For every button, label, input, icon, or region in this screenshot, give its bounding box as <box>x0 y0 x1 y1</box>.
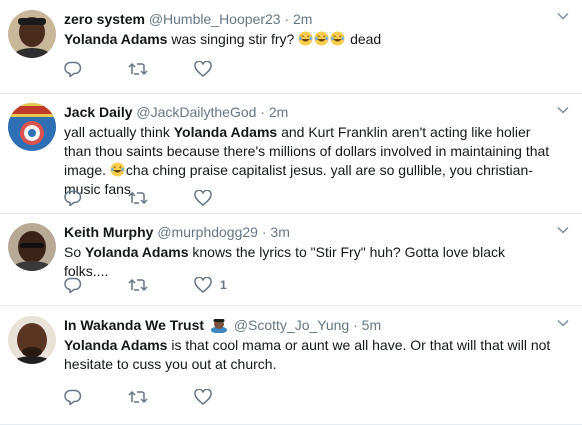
reply-button[interactable] <box>64 61 82 77</box>
tweet-text: yall actually think Yolanda Adams and Ku… <box>64 123 552 199</box>
timestamp[interactable]: 5m <box>362 317 381 333</box>
mention-highlight: Yolanda Adams <box>64 31 168 47</box>
user-handle[interactable]: @Scotty_Jo_Yung <box>234 317 349 333</box>
tweet-header: Keith Murphy @murphdogg29 · 3m <box>64 223 552 241</box>
timestamp[interactable]: 2m <box>293 11 312 27</box>
laughing-emoji-icon <box>298 31 313 46</box>
chevron-down-icon[interactable] <box>556 223 570 237</box>
retweet-icon <box>128 390 148 404</box>
avatar[interactable] <box>8 223 56 271</box>
tweet-actions <box>64 389 258 405</box>
reply-icon <box>64 277 82 293</box>
reply-button[interactable] <box>64 389 82 405</box>
tweet-header: zero system @Humble_Hooper23 · 2m <box>64 10 552 28</box>
avatar[interactable] <box>8 103 56 151</box>
tweet-header: Jack Daily @JackDailytheGod · 2m <box>64 103 552 121</box>
tweet-text-lead: So <box>64 244 86 260</box>
tweet-1[interactable]: zero system @Humble_Hooper23 · 2m Yoland… <box>0 0 582 94</box>
separator-dot: · <box>260 104 265 120</box>
avatar[interactable] <box>8 10 56 58</box>
tweet-header: In Wakanda We Trust @Scotty_Jo_Yung · 5m <box>64 316 552 334</box>
mention-highlight: Yolanda Adams <box>64 337 168 353</box>
separator-dot: · <box>261 224 267 240</box>
like-count: 1 <box>220 278 227 292</box>
tweet-4[interactable]: In Wakanda We Trust @Scotty_Jo_Yung · 5m… <box>0 306 582 425</box>
like-button[interactable] <box>194 61 212 77</box>
heart-icon <box>194 190 212 206</box>
tweet-actions <box>64 190 258 206</box>
tweet-actions: 1 <box>64 277 273 293</box>
user-handle[interactable]: @Humble_Hooper23 <box>149 11 281 27</box>
tweet-text-tail: dead <box>346 31 382 47</box>
retweet-button[interactable] <box>128 389 148 405</box>
laughing-emoji-icon <box>330 31 345 46</box>
chevron-down-icon[interactable] <box>556 9 570 23</box>
display-name[interactable]: Keith Murphy <box>64 224 153 240</box>
retweet-button[interactable] <box>128 190 148 206</box>
laughing-emoji-icon <box>314 31 329 46</box>
separator-dot: · <box>353 317 358 333</box>
like-button[interactable] <box>194 389 212 405</box>
like-button[interactable] <box>194 190 212 206</box>
timestamp[interactable]: 3m <box>270 224 289 240</box>
display-name[interactable]: zero system <box>64 11 145 27</box>
mention-highlight: Yolanda Adams <box>85 244 189 260</box>
laughing-emoji-icon <box>110 162 125 177</box>
heart-icon <box>194 61 212 77</box>
retweet-icon <box>128 191 148 205</box>
mention-highlight: Yolanda Adams <box>173 124 278 140</box>
reply-icon <box>64 61 82 77</box>
like-button[interactable]: 1 <box>194 277 227 293</box>
display-name[interactable]: In Wakanda We Trust <box>64 317 204 333</box>
user-handle[interactable]: @JackDailytheGod <box>136 104 256 120</box>
timestamp[interactable]: 2m <box>269 104 288 120</box>
person-emoji-icon <box>210 319 227 333</box>
tweet-text-lead: yall actually think <box>64 124 174 140</box>
chevron-down-icon[interactable] <box>556 316 570 330</box>
tweet-3[interactable]: Keith Murphy @murphdogg29 · 3m So Yoland… <box>0 214 582 306</box>
tweet-actions <box>64 61 258 77</box>
retweet-icon <box>128 62 148 76</box>
retweet-icon <box>128 278 148 292</box>
display-name[interactable]: Jack Daily <box>64 104 133 120</box>
tweet-text: Yolanda Adams is that cool mama or aunt … <box>64 336 552 374</box>
tweet-text-body: was singing stir fry? <box>167 31 295 47</box>
tweet-2[interactable]: Jack Daily @JackDailytheGod · 2m yall ac… <box>0 94 582 214</box>
reply-button[interactable] <box>64 277 82 293</box>
reply-icon <box>64 190 82 206</box>
reply-button[interactable] <box>64 190 82 206</box>
heart-icon <box>194 389 212 405</box>
user-handle[interactable]: @murphdogg29 <box>157 224 258 240</box>
reply-icon <box>64 389 82 405</box>
retweet-button[interactable] <box>128 277 148 293</box>
separator-dot: · <box>284 11 290 27</box>
tweet-text: Yolanda Adams was singing stir fry? dead <box>64 30 552 49</box>
avatar[interactable] <box>8 316 56 364</box>
chevron-down-icon[interactable] <box>556 103 570 117</box>
tweet-text: So Yolanda Adams knows the lyrics to "St… <box>64 243 552 281</box>
retweet-button[interactable] <box>128 61 148 77</box>
heart-icon <box>194 277 212 293</box>
